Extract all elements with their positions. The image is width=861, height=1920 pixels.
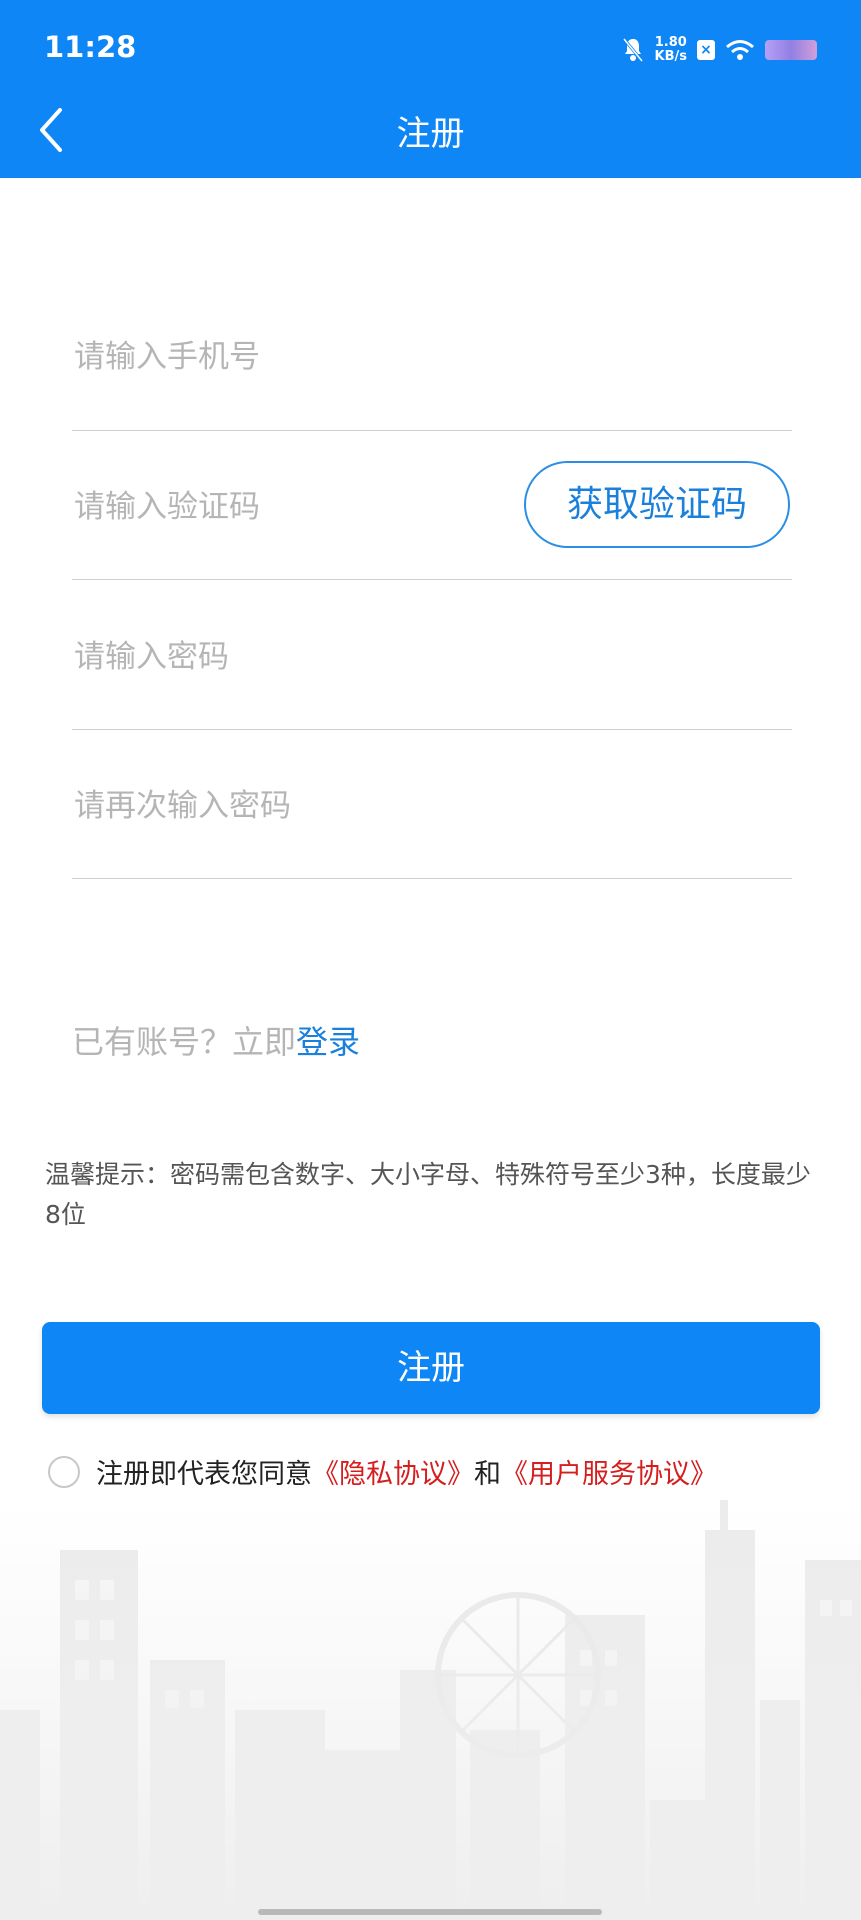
battery-icon bbox=[765, 40, 817, 60]
mute-bell-icon bbox=[622, 38, 643, 62]
status-time: 11:28 bbox=[44, 30, 137, 64]
register-button[interactable]: 注册 bbox=[42, 1322, 820, 1414]
speed-unit: KB/s bbox=[654, 49, 687, 64]
password-underline bbox=[72, 729, 792, 730]
password-input[interactable] bbox=[72, 626, 556, 688]
network-speed: 1.80 KB/s bbox=[655, 36, 687, 64]
code-input[interactable] bbox=[72, 476, 556, 538]
speed-value: 1.80 bbox=[654, 35, 687, 50]
password-tip: 温馨提示：密码需包含数字、大小字母、特殊符号至少3种，长度最少8位 bbox=[45, 1160, 811, 1229]
get-code-button[interactable]: 获取验证码 bbox=[524, 461, 790, 548]
wifi-icon bbox=[726, 40, 754, 60]
agreement-and: 和 bbox=[474, 1459, 501, 1490]
privacy-link[interactable]: 《隐私协议》 bbox=[312, 1452, 474, 1491]
city-skyline-illustration bbox=[0, 1500, 861, 1920]
home-indicator[interactable] bbox=[258, 1909, 602, 1915]
login-link[interactable]: 登录 bbox=[296, 1023, 360, 1061]
confirm-underline bbox=[72, 878, 792, 879]
code-underline bbox=[72, 579, 792, 580]
status-icons: 1.80 KB/s × bbox=[621, 30, 817, 70]
top-bar: 11:28 1.80 KB/s × 注册 bbox=[0, 0, 861, 178]
login-prefix: 已有账号？立即 bbox=[72, 1023, 297, 1061]
sim-icon: × bbox=[697, 40, 715, 60]
page-title: 注册 bbox=[396, 114, 465, 154]
service-link[interactable]: 《用户服务协议》 bbox=[501, 1452, 717, 1491]
agreement-row: 注册即代表您同意 《隐私协议》 和 《用户服务协议》 bbox=[48, 1452, 717, 1491]
phone-underline bbox=[72, 430, 792, 431]
phone-input[interactable] bbox=[72, 326, 556, 388]
agree-checkbox[interactable] bbox=[48, 1455, 80, 1488]
confirm-password-input[interactable] bbox=[72, 775, 556, 837]
agreement-prefix: 注册即代表您同意 bbox=[96, 1459, 312, 1490]
login-prompt: 已有账号？立即登录 bbox=[72, 1017, 360, 1063]
